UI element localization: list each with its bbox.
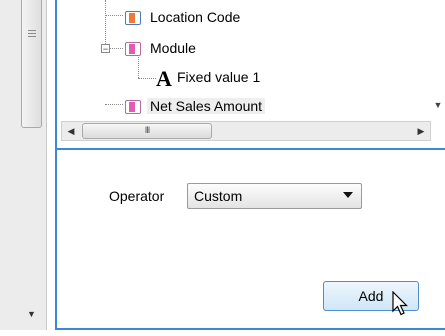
field-icon bbox=[123, 40, 143, 58]
tree-item-label: Net Sales Amount bbox=[147, 98, 266, 114]
field-tree: − Location Code Module A Fixed value 1 Ne… bbox=[57, 0, 445, 150]
tree-connector bbox=[105, 104, 123, 105]
tree-item-fixed-value[interactable]: A Fixed value 1 bbox=[156, 66, 263, 92]
pointer-cursor-icon bbox=[392, 291, 408, 316]
tree-item-label: Fixed value 1 bbox=[177, 69, 261, 85]
tree-item-net-sales-amount[interactable]: Net Sales Amount bbox=[123, 95, 266, 117]
left-vertical-scrollbar[interactable]: ▼ bbox=[0, 0, 47, 330]
text-a-icon: A bbox=[156, 66, 172, 92]
scroll-down-arrow-icon[interactable]: ▼ bbox=[429, 100, 445, 110]
operator-selected-value: Custom bbox=[194, 188, 243, 204]
tree-vertical-scrollbar[interactable]: ▼ bbox=[429, 0, 445, 120]
tree-horizontal-scrollbar[interactable]: ◀ III ▶ bbox=[61, 121, 431, 141]
tree-item-label: Module bbox=[150, 40, 196, 56]
scroll-right-arrow-icon[interactable]: ▶ bbox=[412, 122, 430, 140]
tree-item-module[interactable]: Module bbox=[123, 37, 199, 59]
scroll-left-arrow-icon[interactable]: ◀ bbox=[62, 122, 80, 140]
scrollbar-thumb[interactable]: III bbox=[82, 123, 212, 139]
tree-item-location-code[interactable]: Location Code bbox=[123, 6, 243, 28]
field-icon bbox=[123, 98, 143, 116]
scrollbar-thumb[interactable] bbox=[21, 0, 42, 128]
chevron-down-icon bbox=[343, 192, 353, 198]
collapse-icon[interactable]: − bbox=[101, 44, 110, 54]
tree-connector bbox=[110, 48, 123, 49]
tree-connector bbox=[138, 57, 139, 78]
scroll-down-arrow-icon[interactable]: ▼ bbox=[21, 309, 42, 319]
tree-connector bbox=[105, 15, 123, 16]
grip-icon bbox=[28, 30, 36, 39]
operator-label: Operator bbox=[109, 188, 165, 204]
tree-item-label: Location Code bbox=[150, 9, 241, 25]
operator-select[interactable]: Custom bbox=[187, 183, 362, 209]
field-icon bbox=[123, 9, 143, 27]
editor-panel: − Location Code Module A Fixed value 1 Ne… bbox=[55, 0, 445, 330]
tree-connector bbox=[138, 78, 156, 79]
